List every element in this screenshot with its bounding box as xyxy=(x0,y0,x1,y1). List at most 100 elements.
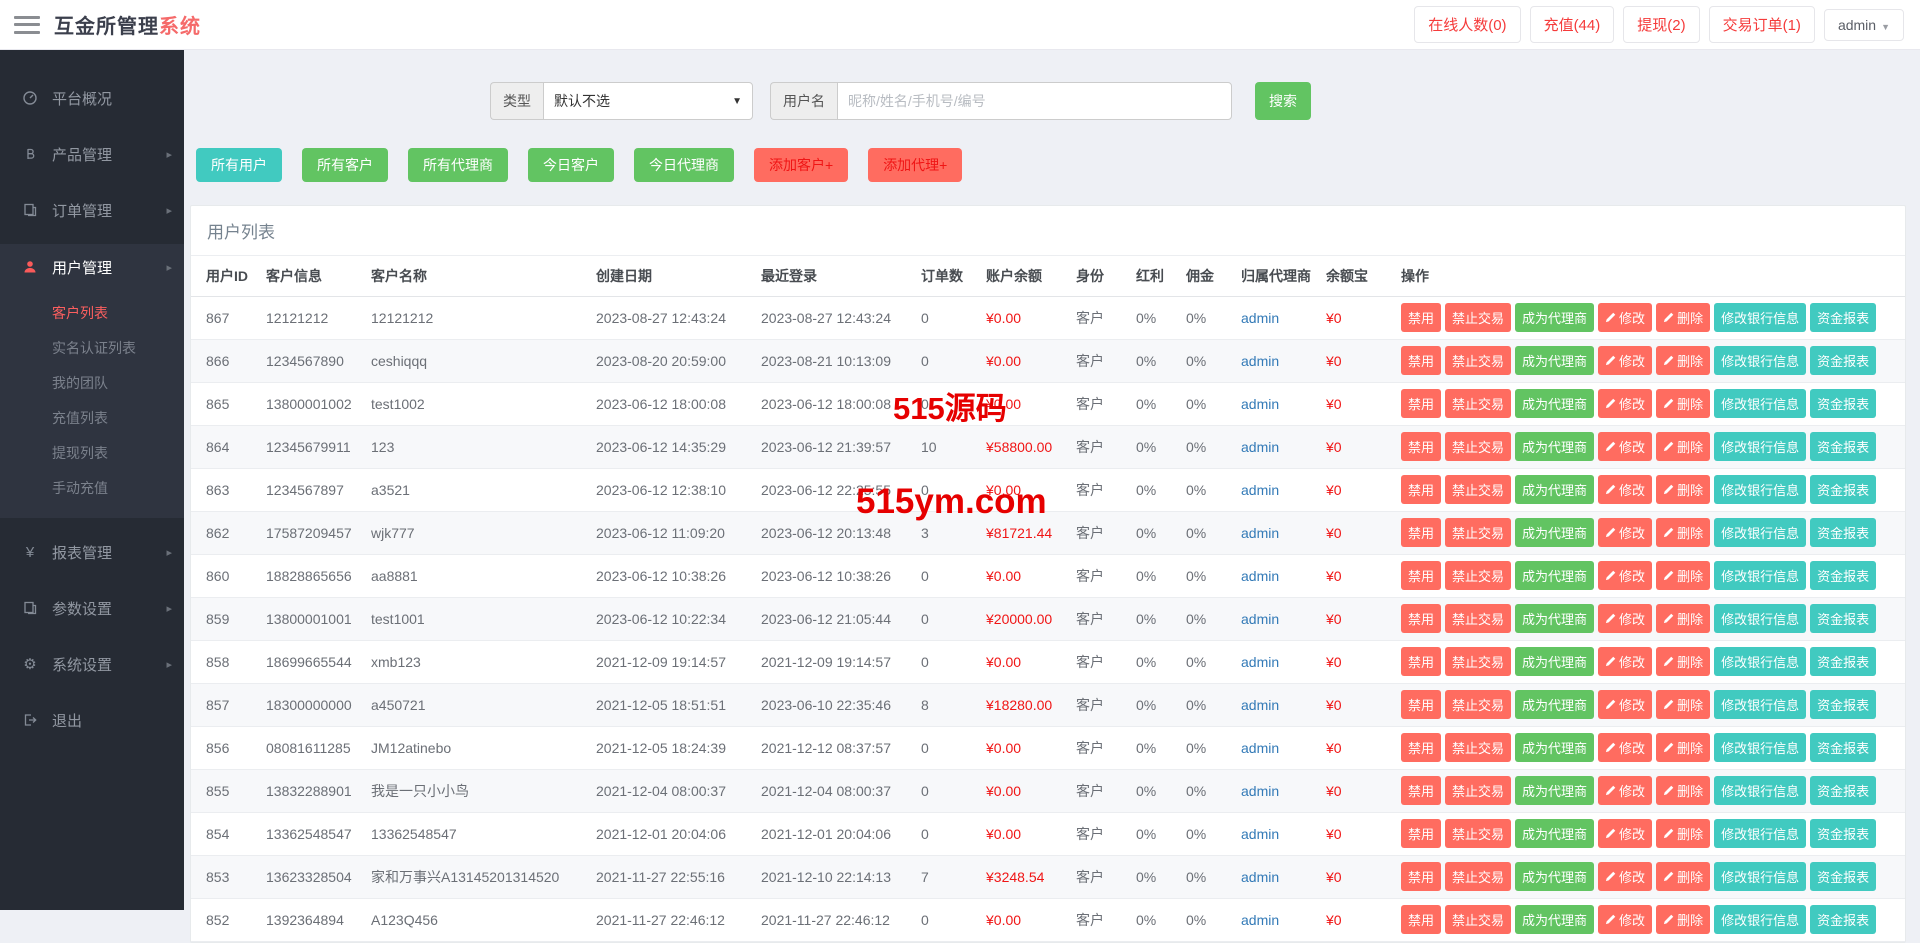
edit-button[interactable]: 修改 xyxy=(1598,561,1653,590)
hamburger-menu-icon[interactable] xyxy=(14,15,40,34)
sidebar-item-order-management[interactable]: 订单管理 ▸ xyxy=(0,188,184,232)
edit-bank-info-button[interactable]: 修改银行信息 xyxy=(1714,862,1807,891)
make-agent-button[interactable]: 成为代理商 xyxy=(1515,905,1595,934)
disable-button[interactable]: 禁用 xyxy=(1401,819,1442,848)
edit-bank-info-button[interactable]: 修改银行信息 xyxy=(1714,733,1807,762)
cell-agent-link[interactable]: admin xyxy=(1241,597,1326,641)
forbid-trade-button[interactable]: 禁止交易 xyxy=(1445,518,1512,547)
disable-button[interactable]: 禁用 xyxy=(1401,518,1442,547)
cell-agent-link[interactable]: admin xyxy=(1241,769,1326,813)
delete-button[interactable]: 删除 xyxy=(1656,819,1711,848)
edit-bank-info-button[interactable]: 修改银行信息 xyxy=(1714,303,1807,332)
sidebar-item-withdraw-list[interactable]: 提现列表 xyxy=(0,436,184,471)
edit-button[interactable]: 修改 xyxy=(1598,303,1653,332)
cell-agent-link[interactable]: admin xyxy=(1241,425,1326,469)
make-agent-button[interactable]: 成为代理商 xyxy=(1515,690,1595,719)
add-customer-button[interactable]: 添加客户+ xyxy=(754,148,849,182)
forbid-trade-button[interactable]: 禁止交易 xyxy=(1445,905,1512,934)
edit-button[interactable]: 修改 xyxy=(1598,346,1653,375)
disable-button[interactable]: 禁用 xyxy=(1401,905,1442,934)
delete-button[interactable]: 删除 xyxy=(1656,604,1711,633)
forbid-trade-button[interactable]: 禁止交易 xyxy=(1445,733,1512,762)
forbid-trade-button[interactable]: 禁止交易 xyxy=(1445,389,1512,418)
delete-button[interactable]: 删除 xyxy=(1656,776,1711,805)
username-input[interactable] xyxy=(837,82,1232,120)
cell-agent-link[interactable]: admin xyxy=(1241,296,1326,340)
sidebar-item-report-management[interactable]: ¥ 报表管理 ▸ xyxy=(0,530,184,574)
forbid-trade-button[interactable]: 禁止交易 xyxy=(1445,604,1512,633)
forbid-trade-button[interactable]: 禁止交易 xyxy=(1445,647,1512,676)
forbid-trade-button[interactable]: 禁止交易 xyxy=(1445,776,1512,805)
delete-button[interactable]: 删除 xyxy=(1656,518,1711,547)
disable-button[interactable]: 禁用 xyxy=(1401,303,1442,332)
delete-button[interactable]: 删除 xyxy=(1656,905,1711,934)
edit-bank-info-button[interactable]: 修改银行信息 xyxy=(1714,389,1807,418)
sidebar-item-parameter-settings[interactable]: 参数设置 ▸ xyxy=(0,586,184,630)
delete-button[interactable]: 删除 xyxy=(1656,862,1711,891)
delete-button[interactable]: 删除 xyxy=(1656,733,1711,762)
sidebar-item-system-settings[interactable]: ⚙ 系统设置 ▸ xyxy=(0,642,184,686)
edit-button[interactable]: 修改 xyxy=(1598,733,1653,762)
forbid-trade-button[interactable]: 禁止交易 xyxy=(1445,346,1512,375)
cell-agent-link[interactable]: admin xyxy=(1241,339,1326,383)
edit-bank-info-button[interactable]: 修改银行信息 xyxy=(1714,905,1807,934)
make-agent-button[interactable]: 成为代理商 xyxy=(1515,518,1595,547)
funds-report-button[interactable]: 资金报表 xyxy=(1810,819,1877,848)
delete-button[interactable]: 删除 xyxy=(1656,475,1711,504)
make-agent-button[interactable]: 成为代理商 xyxy=(1515,346,1595,375)
forbid-trade-button[interactable]: 禁止交易 xyxy=(1445,690,1512,719)
make-agent-button[interactable]: 成为代理商 xyxy=(1515,819,1595,848)
disable-button[interactable]: 禁用 xyxy=(1401,647,1442,676)
recharge-count-button[interactable]: 充值(44) xyxy=(1529,6,1615,43)
sidebar-item-realname-list[interactable]: 实名认证列表 xyxy=(0,331,184,366)
funds-report-button[interactable]: 资金报表 xyxy=(1810,432,1877,461)
edit-button[interactable]: 修改 xyxy=(1598,389,1653,418)
sidebar-item-recharge-list[interactable]: 充值列表 xyxy=(0,401,184,436)
forbid-trade-button[interactable]: 禁止交易 xyxy=(1445,561,1512,590)
disable-button[interactable]: 禁用 xyxy=(1401,776,1442,805)
disable-button[interactable]: 禁用 xyxy=(1401,561,1442,590)
filter-all-agents[interactable]: 所有代理商 xyxy=(408,148,508,182)
make-agent-button[interactable]: 成为代理商 xyxy=(1515,561,1595,590)
online-users-button[interactable]: 在线人数(0) xyxy=(1414,6,1521,43)
cell-agent-link[interactable]: admin xyxy=(1241,468,1326,512)
forbid-trade-button[interactable]: 禁止交易 xyxy=(1445,862,1512,891)
edit-bank-info-button[interactable]: 修改银行信息 xyxy=(1714,475,1807,504)
edit-bank-info-button[interactable]: 修改银行信息 xyxy=(1714,561,1807,590)
cell-agent-link[interactable]: admin xyxy=(1241,726,1326,770)
edit-bank-info-button[interactable]: 修改银行信息 xyxy=(1714,819,1807,848)
funds-report-button[interactable]: 资金报表 xyxy=(1810,518,1877,547)
cell-agent-link[interactable]: admin xyxy=(1241,640,1326,684)
disable-button[interactable]: 禁用 xyxy=(1401,389,1442,418)
withdraw-count-button[interactable]: 提现(2) xyxy=(1623,6,1700,43)
delete-button[interactable]: 删除 xyxy=(1656,432,1711,461)
edit-button[interactable]: 修改 xyxy=(1598,819,1653,848)
funds-report-button[interactable]: 资金报表 xyxy=(1810,389,1877,418)
make-agent-button[interactable]: 成为代理商 xyxy=(1515,475,1595,504)
forbid-trade-button[interactable]: 禁止交易 xyxy=(1445,475,1512,504)
funds-report-button[interactable]: 资金报表 xyxy=(1810,733,1877,762)
admin-user-menu[interactable]: admin ▼ xyxy=(1823,8,1904,41)
type-select[interactable]: 默认不选 ▼ xyxy=(543,82,753,120)
make-agent-button[interactable]: 成为代理商 xyxy=(1515,604,1595,633)
edit-bank-info-button[interactable]: 修改银行信息 xyxy=(1714,690,1807,719)
sidebar-item-product-management[interactable]: 产品管理 ▸ xyxy=(0,132,184,176)
search-button[interactable]: 搜索 xyxy=(1255,82,1311,120)
disable-button[interactable]: 禁用 xyxy=(1401,475,1442,504)
disable-button[interactable]: 禁用 xyxy=(1401,432,1442,461)
edit-button[interactable]: 修改 xyxy=(1598,432,1653,461)
disable-button[interactable]: 禁用 xyxy=(1401,690,1442,719)
disable-button[interactable]: 禁用 xyxy=(1401,733,1442,762)
edit-button[interactable]: 修改 xyxy=(1598,647,1653,676)
funds-report-button[interactable]: 资金报表 xyxy=(1810,346,1877,375)
make-agent-button[interactable]: 成为代理商 xyxy=(1515,647,1595,676)
forbid-trade-button[interactable]: 禁止交易 xyxy=(1445,303,1512,332)
edit-bank-info-button[interactable]: 修改银行信息 xyxy=(1714,604,1807,633)
edit-bank-info-button[interactable]: 修改银行信息 xyxy=(1714,518,1807,547)
make-agent-button[interactable]: 成为代理商 xyxy=(1515,733,1595,762)
disable-button[interactable]: 禁用 xyxy=(1401,604,1442,633)
cell-agent-link[interactable]: admin xyxy=(1241,382,1326,426)
delete-button[interactable]: 删除 xyxy=(1656,647,1711,676)
make-agent-button[interactable]: 成为代理商 xyxy=(1515,432,1595,461)
edit-button[interactable]: 修改 xyxy=(1598,690,1653,719)
